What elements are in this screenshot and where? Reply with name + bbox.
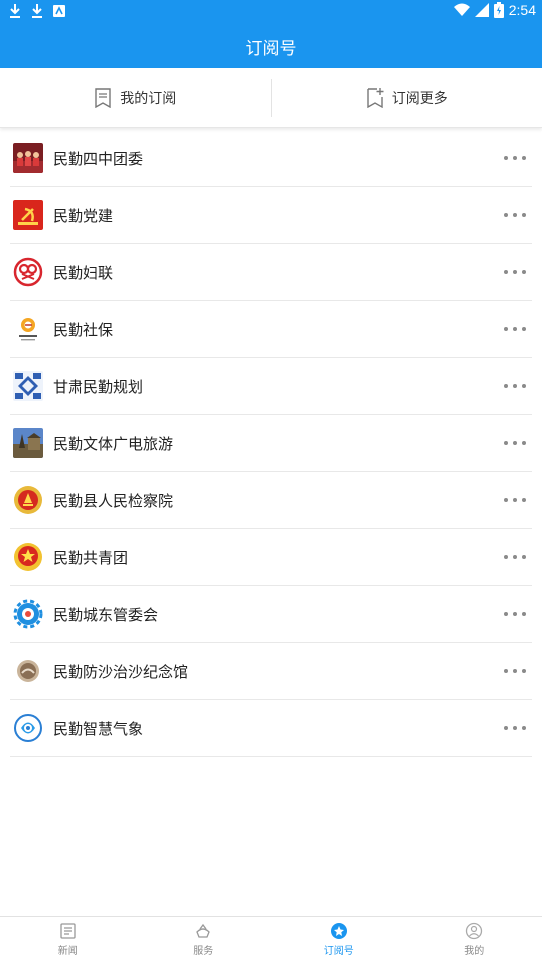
planning-logo-icon (13, 371, 43, 401)
bookmark-add-icon (367, 87, 384, 108)
tab-label: 订阅更多 (391, 90, 448, 107)
nav-service[interactable]: 服务 (136, 917, 272, 962)
subscription-name: 民勤共青团 (53, 548, 129, 567)
subscription-list: 民勤四中团委 民勤党建 民勤妇联 民勤社保 甘肃民勤规划 民勤文体广电旅游 民勤… (0, 130, 542, 757)
subscription-icon (330, 923, 347, 939)
nav-news[interactable]: 新闻 (0, 917, 136, 962)
bottom-navigation: 新闻 服务 订阅号 我的 (0, 916, 542, 962)
more-options-button[interactable] (504, 319, 526, 339)
list-item[interactable]: 民勤城东管委会 (10, 586, 532, 643)
nav-subscription[interactable]: 订阅号 (271, 917, 407, 962)
more-options-button[interactable] (504, 262, 526, 282)
more-options-button[interactable] (504, 490, 526, 510)
subscription-name: 民勤四中团委 (53, 149, 144, 168)
subscription-tabs: 我的订阅 订阅更多 (0, 68, 542, 128)
service-icon (196, 923, 211, 938)
more-options-button[interactable] (504, 547, 526, 567)
signal-icon (474, 3, 489, 17)
more-options-button[interactable] (504, 148, 526, 168)
subscription-name: 民勤社保 (53, 320, 114, 339)
subscription-name: 民勤党建 (53, 206, 114, 225)
list-item[interactable]: 民勤防沙治沙纪念馆 (10, 643, 532, 700)
page-title: 订阅号 (245, 39, 297, 59)
landmark-photo-icon (13, 428, 43, 458)
more-options-button[interactable] (504, 205, 526, 225)
list-item[interactable]: 民勤文体广电旅游 (10, 415, 532, 472)
news-icon (60, 923, 76, 939)
group-photo-icon (13, 143, 43, 173)
app-notification-icon (53, 5, 65, 17)
museum-seal-icon (13, 656, 43, 686)
nav-label: 服务 (193, 946, 214, 957)
list-item[interactable]: 民勤四中团委 (10, 130, 532, 187)
nav-label: 我的 (464, 946, 485, 957)
list-item[interactable]: 民勤党建 (10, 187, 532, 244)
profile-icon (466, 922, 483, 940)
nav-label: 订阅号 (323, 946, 354, 957)
subscription-name: 民勤文体广电旅游 (53, 434, 174, 453)
youth-league-emblem-icon (13, 542, 43, 572)
subscription-name: 民勤妇联 (53, 263, 114, 282)
weather-logo-icon (13, 713, 43, 743)
procuratorate-emblem-icon (13, 485, 43, 515)
more-options-button[interactable] (504, 376, 526, 396)
battery-icon (493, 2, 504, 18)
tab-my-subscriptions[interactable]: 我的订阅 (0, 68, 271, 127)
list-item[interactable]: 甘肃民勤规划 (10, 358, 532, 415)
list-item[interactable]: 民勤智慧气象 (10, 700, 532, 757)
app-header: 2:54 订阅号 (0, 0, 542, 68)
nav-profile[interactable]: 我的 (407, 917, 542, 962)
social-security-icon (13, 314, 43, 344)
status-time: 2:54 (508, 2, 536, 18)
more-options-button[interactable] (504, 718, 526, 738)
womens-federation-icon (13, 257, 43, 287)
list-item[interactable]: 民勤县人民检察院 (10, 472, 532, 529)
list-item[interactable]: 民勤社保 (10, 301, 532, 358)
nav-label: 新闻 (57, 946, 78, 957)
wifi-icon (453, 3, 470, 16)
subscription-name: 民勤城东管委会 (53, 605, 159, 624)
more-options-button[interactable] (504, 661, 526, 681)
tab-label: 我的订阅 (120, 90, 177, 107)
list-item[interactable]: 民勤共青团 (10, 529, 532, 586)
download-icon (32, 4, 42, 18)
subscription-name: 民勤智慧气象 (53, 719, 144, 738)
subscription-name: 民勤县人民检察院 (53, 491, 174, 510)
download-icon (10, 4, 20, 18)
subscription-name: 甘肃民勤规划 (53, 377, 144, 396)
status-bar: 2:54 (0, 0, 542, 24)
more-options-button[interactable] (504, 433, 526, 453)
party-emblem-icon (13, 200, 43, 230)
bookmark-list-icon (95, 87, 111, 108)
list-item[interactable]: 民勤妇联 (10, 244, 532, 301)
tab-subscribe-more[interactable]: 订阅更多 (272, 68, 542, 127)
subscription-name: 民勤防沙治沙纪念馆 (53, 662, 189, 681)
gear-logo-icon (13, 599, 43, 629)
screen: 2:54 订阅号 我的订阅 订阅更多 民勤四中团委 民勤党建 民勤妇联 民勤社保… (0, 0, 542, 962)
more-options-button[interactable] (504, 604, 526, 624)
